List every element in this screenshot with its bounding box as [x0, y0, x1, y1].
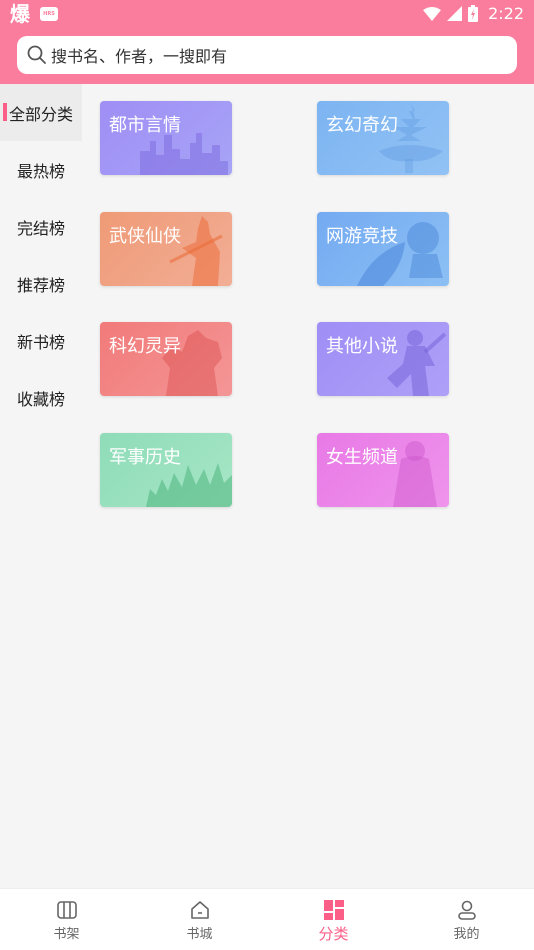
tab-label: 书城 [186, 927, 213, 942]
sidebar-item-label: 全部分类 [8, 104, 73, 124]
category-label: 科幻灵异 [109, 336, 181, 357]
sidebar-item-new-books[interactable]: 新书榜 [0, 312, 82, 369]
category-label: 武侠仙侠 [109, 226, 181, 247]
city-skyline-icon [140, 133, 228, 175]
status-bar: 爆 HRS 2:22 [0, 0, 534, 30]
home-icon [190, 901, 209, 919]
tab-label: 我的 [453, 927, 480, 942]
bottom-tab-bar: 书架 书城 分类 我的 [0, 888, 534, 950]
category-sidebar: 全部分类 最热榜 完结榜 推荐榜 新书榜 收藏榜 [0, 84, 82, 888]
sidebar-item-hottest[interactable]: 最热榜 [0, 141, 82, 198]
signal-icon [447, 6, 463, 21]
category-card-urban-romance[interactable]: 都市言情 [100, 101, 232, 175]
sidebar-item-completed[interactable]: 完结榜 [0, 198, 82, 255]
category-label: 军事历史 [109, 447, 181, 468]
sidebar-item-all-categories[interactable]: 全部分类 [0, 84, 82, 141]
tab-profile[interactable]: 我的 [400, 889, 533, 950]
bookshelf-icon [56, 901, 77, 919]
tab-label: 书架 [53, 927, 80, 942]
sidebar-item-label: 推荐榜 [16, 275, 65, 295]
tab-category[interactable]: 分类 [267, 889, 400, 950]
search-placeholder: 搜书名、作者，一搜即有 [51, 47, 228, 66]
sidebar-item-recommended[interactable]: 推荐榜 [0, 255, 82, 312]
category-label: 玄幻奇幻 [326, 115, 398, 136]
wifi-icon [423, 6, 442, 21]
profile-icon [457, 900, 476, 920]
status-time: 2:22 [488, 4, 524, 23]
sidebar-item-label: 最热榜 [16, 161, 65, 181]
category-label: 网游竞技 [326, 226, 398, 247]
sidebar-item-label: 完结榜 [16, 218, 65, 238]
category-card-other-novels[interactable]: 其他小说 [317, 322, 449, 396]
category-card-scifi-supernatural[interactable]: 科幻灵异 [100, 322, 232, 396]
category-card-martial-arts[interactable]: 武侠仙侠 [100, 212, 232, 286]
sidebar-item-label: 收藏榜 [16, 389, 65, 409]
search-icon [27, 45, 46, 64]
sidebar-item-label: 新书榜 [16, 332, 65, 352]
header-bar: 爆 HRS 2:22 搜书名、作者，一搜即有 [0, 0, 534, 84]
tab-bookstore[interactable]: 书城 [133, 889, 266, 950]
category-grid-icon [323, 900, 344, 920]
category-label: 都市言情 [109, 115, 181, 136]
category-card-fantasy[interactable]: 玄幻奇幻 [317, 101, 449, 175]
category-label: 其他小说 [326, 336, 398, 357]
sidebar-item-favorites[interactable]: 收藏榜 [0, 369, 82, 426]
category-card-online-games[interactable]: 网游竞技 [317, 212, 449, 286]
search-input[interactable]: 搜书名、作者，一搜即有 [17, 36, 517, 74]
tab-bookshelf[interactable]: 书架 [0, 889, 133, 950]
tab-label: 分类 [318, 925, 349, 943]
notification-badge-icon: HRS [40, 7, 58, 21]
app-notification-icon: 爆 [10, 2, 30, 26]
category-label: 女生频道 [326, 447, 398, 468]
category-card-military-history[interactable]: 军事历史 [100, 433, 232, 507]
battery-icon [468, 5, 479, 22]
category-card-girls-channel[interactable]: 女生频道 [317, 433, 449, 507]
